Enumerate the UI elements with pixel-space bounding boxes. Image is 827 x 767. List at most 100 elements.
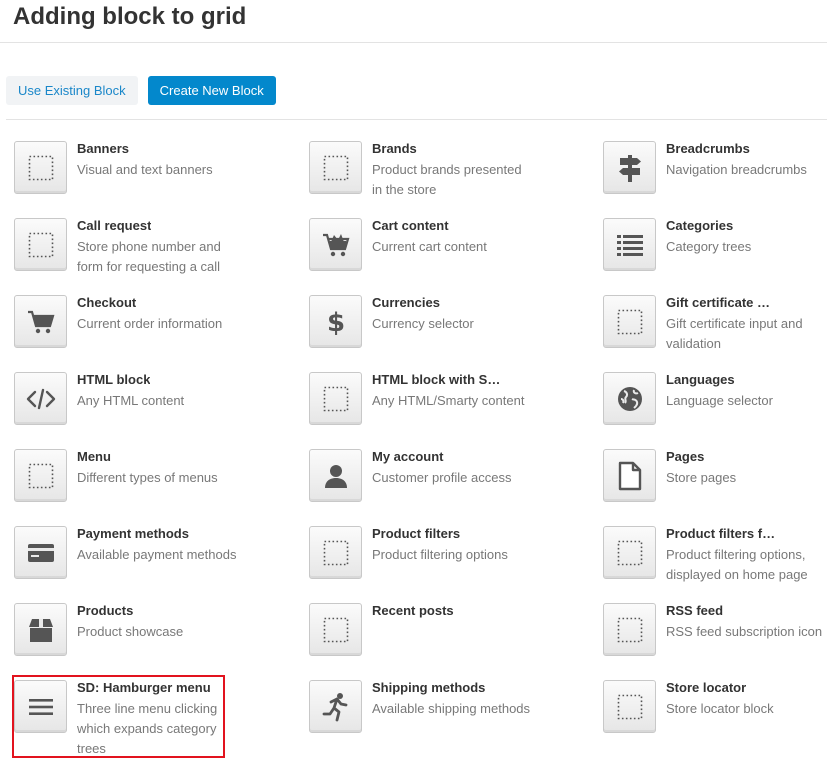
block-description: Store phone number and form for requesti… [77,239,221,274]
block-name[interactable]: RSS feed [666,603,723,618]
block-icon-button[interactable] [14,218,67,271]
block-name[interactable]: Breadcrumbs [666,141,750,156]
block-name[interactable]: Menu [77,449,111,464]
block-item-categories[interactable]: Categories Category trees [603,218,827,290]
block-name[interactable]: Brands [372,141,417,156]
block-description: Category trees [666,239,752,254]
box-icon [28,617,54,643]
block-item-sd-hamburger-menu[interactable]: SD: Hamburger menu Three line menu clicki… [14,680,284,756]
page-title: Adding block to grid [13,3,247,30]
block-icon-button[interactable] [309,218,362,271]
block-item-breadcrumbs[interactable]: Breadcrumbs Navigation breadcrumbs [603,141,827,213]
block-name[interactable]: Product filters [372,526,460,541]
block-item-html-block[interactable]: HTML block Any HTML content [14,372,284,444]
block-icon-button[interactable] [309,141,362,194]
block-icon-button[interactable] [603,449,656,502]
block-description: Three line menu clicking which expands c… [77,701,218,756]
block-icon-button[interactable] [603,526,656,579]
block-icon-button[interactable] [14,141,67,194]
placeholder-icon [617,694,643,720]
block-name[interactable]: SD: Hamburger menu [77,680,211,695]
block-item-recent-posts[interactable]: Recent posts [309,603,579,675]
block-icon-button[interactable]: $ [309,295,362,348]
placeholder-icon [323,155,349,181]
block-item-pages[interactable]: Pages Store pages [603,449,827,521]
hamburger-icon [28,698,53,716]
block-icon-button[interactable] [603,603,656,656]
block-name[interactable]: Languages [666,372,735,387]
user-icon [323,463,349,489]
block-name[interactable]: Pages [666,449,704,464]
block-item-my-account[interactable]: My account Customer profile access [309,449,579,521]
placeholder-icon [617,309,643,335]
block-icon-button[interactable] [14,449,67,502]
block-icon-button[interactable] [603,295,656,348]
block-description: Navigation breadcrumbs [666,162,807,177]
block-item-html-block-with-s[interactable]: HTML block with S… Any HTML/Smarty conten… [309,372,579,444]
block-name[interactable]: Recent posts [372,603,454,618]
credit-card-icon [27,542,55,564]
block-name[interactable]: Cart content [372,218,449,233]
block-item-checkout[interactable]: Checkout Current order information [14,295,284,367]
block-icon-button[interactable] [309,372,362,425]
block-description: Product filtering options [372,547,508,562]
header-divider [0,42,827,43]
block-item-products[interactable]: Products Product showcase [14,603,284,675]
block-description: Current order information [77,316,223,331]
block-icon-button[interactable] [603,141,656,194]
block-icon-button[interactable] [14,526,67,579]
block-name[interactable]: Shipping methods [372,680,485,695]
block-name[interactable]: Product filters f… [666,526,775,541]
signpost-icon [616,153,644,183]
block-icon-button[interactable] [14,295,67,348]
block-name[interactable]: Gift certificate … [666,295,770,310]
block-description: Customer profile access [372,470,512,485]
block-item-brands[interactable]: Brands Product brands presented in the st… [309,141,579,213]
block-name[interactable]: Store locator [666,680,746,695]
block-name[interactable]: HTML block [77,372,150,387]
block-name[interactable]: Payment methods [77,526,189,541]
block-name[interactable]: HTML block with S… [372,372,500,387]
block-item-currencies[interactable]: $ Currencies Currency selector [309,295,579,367]
block-name[interactable]: Categories [666,218,733,233]
block-description: Product filtering options, displayed on … [666,547,808,582]
block-icon-button[interactable] [14,603,67,656]
block-item-shipping-methods[interactable]: Shipping methods Available shipping metho… [309,680,579,752]
block-icon-button[interactable] [14,372,67,425]
block-item-languages[interactable]: Languages Language selector [603,372,827,444]
block-name[interactable]: Checkout [77,295,136,310]
block-name[interactable]: Currencies [372,295,440,310]
block-icon-button[interactable] [603,372,656,425]
block-description: Different types of menus [77,470,218,485]
block-item-banners[interactable]: Banners Visual and text banners [14,141,284,213]
block-icon-button[interactable] [603,680,656,733]
block-icon-button[interactable] [14,680,67,733]
block-item-rss-feed[interactable]: RSS feed RSS feed subscription icon [603,603,827,675]
tab-bar: Use Existing Block Create New Block [6,76,276,105]
block-item-product-filters[interactable]: Product filters Product filtering options [309,526,579,598]
block-item-gift-certificate[interactable]: Gift certificate … Gift certificate input… [603,295,827,367]
block-icon-button[interactable] [603,218,656,271]
create-new-block-tab[interactable]: Create New Block [147,76,276,105]
use-existing-block-tab[interactable]: Use Existing Block [6,76,138,105]
block-icon-button[interactable] [309,680,362,733]
list-icon [616,234,643,256]
block-item-payment-methods[interactable]: Payment methods Available payment methods [14,526,284,598]
block-item-product-filters-f[interactable]: Product filters f… Product filtering opti… [603,526,827,598]
block-icon-button[interactable] [309,526,362,579]
placeholder-icon [617,540,643,566]
block-name[interactable]: Banners [77,141,129,156]
block-item-store-locator[interactable]: Store locator Store locator block [603,680,827,752]
block-name[interactable]: My account [372,449,444,464]
block-icon-button[interactable] [309,449,362,502]
block-item-cart-content[interactable]: Cart content Current cart content [309,218,579,290]
block-description: Current cart content [372,239,487,254]
cart-icon [27,309,55,335]
placeholder-icon [323,386,349,412]
block-item-call-request[interactable]: Call request Store phone number and form … [14,218,284,290]
block-description: Available shipping methods [372,701,531,716]
block-name[interactable]: Products [77,603,133,618]
block-icon-button[interactable] [309,603,362,656]
block-name[interactable]: Call request [77,218,151,233]
block-item-menu[interactable]: Menu Different types of menus [14,449,284,521]
